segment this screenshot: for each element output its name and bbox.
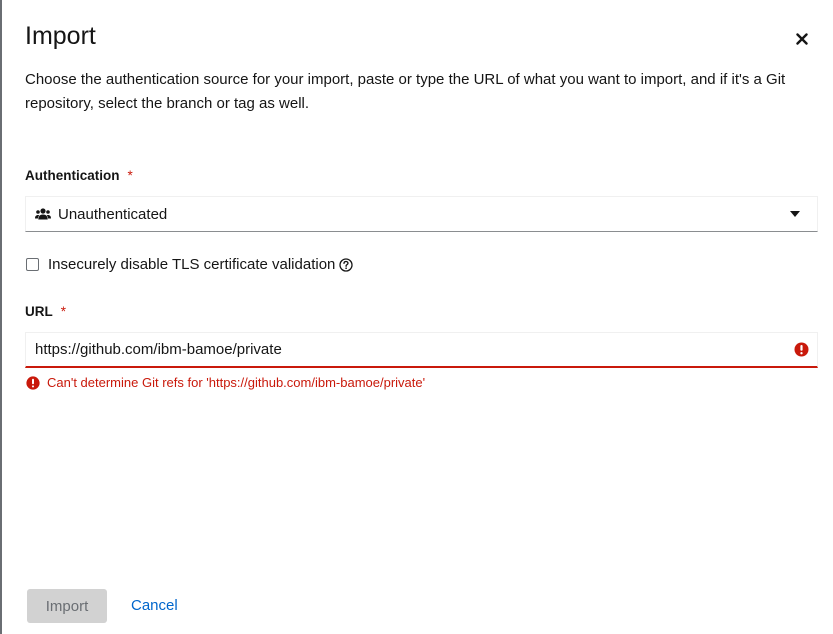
help-icon[interactable] <box>339 257 354 272</box>
cancel-button[interactable]: Cancel <box>131 597 178 614</box>
tls-checkbox-label[interactable]: Insecurely disable TLS certificate valid… <box>48 256 335 273</box>
tls-checkbox[interactable] <box>26 258 39 271</box>
url-label: URL * <box>25 304 66 319</box>
caret-down-icon <box>790 211 800 217</box>
url-input[interactable] <box>26 333 786 366</box>
modal-title: Import <box>25 22 96 50</box>
close-icon <box>796 33 808 45</box>
users-icon <box>35 207 51 221</box>
url-error-message: Can't determine Git refs for 'https://gi… <box>26 375 425 390</box>
exclamation-circle-icon <box>794 342 809 357</box>
authentication-select-value: Unauthenticated <box>58 205 168 223</box>
authentication-label: Authentication * <box>25 168 133 183</box>
close-button[interactable] <box>790 27 814 51</box>
url-error-text: Can't determine Git refs for 'https://gi… <box>47 375 426 390</box>
url-label-text: URL <box>25 304 53 319</box>
import-button[interactable]: Import <box>27 589 107 623</box>
required-marker: * <box>127 168 133 183</box>
required-marker: * <box>60 304 67 319</box>
url-field <box>25 332 818 368</box>
tls-checkbox-row: Insecurely disable TLS certificate valid… <box>25 256 354 273</box>
authentication-select[interactable]: Unauthenticated <box>25 196 818 232</box>
exclamation-circle-icon <box>26 375 40 390</box>
import-modal: Import Choose the authentication source … <box>0 0 833 634</box>
modal-description: Choose the authentication source for you… <box>25 71 786 112</box>
authentication-label-text: Authentication <box>25 168 120 183</box>
